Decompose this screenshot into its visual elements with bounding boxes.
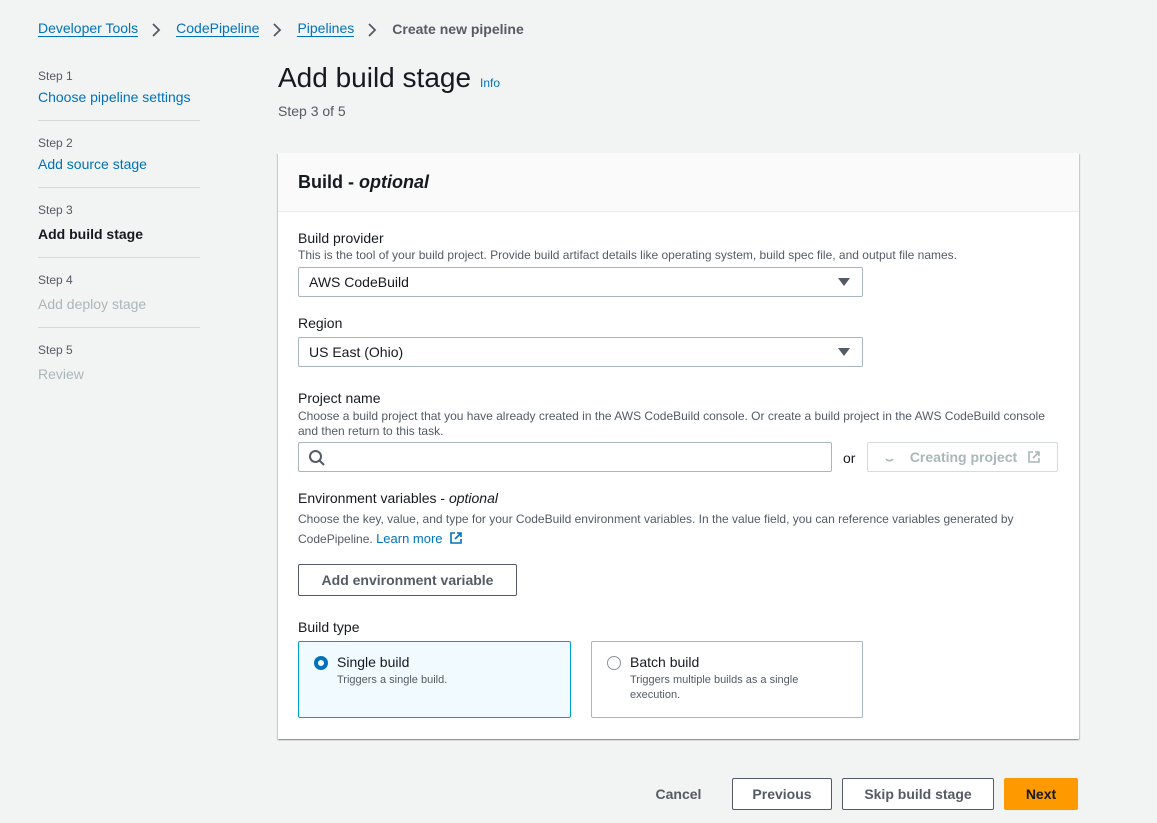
step-3: Step 3 Add build stage (38, 200, 200, 258)
step-number: Step 1 (38, 69, 73, 83)
radio-batch-build[interactable]: Batch build Triggers multiple builds as … (591, 641, 863, 718)
search-icon (309, 450, 325, 466)
info-link[interactable]: Info (480, 76, 500, 90)
step-indicator: Step 3 of 5 (278, 103, 346, 119)
or-label: or (843, 450, 856, 466)
chevron-right-icon (272, 22, 282, 37)
step-number: Step 3 (38, 203, 73, 217)
breadcrumb-pipelines[interactable]: Pipelines (297, 20, 355, 37)
build-provider-description: This is the tool of your build project. … (298, 248, 958, 262)
page-title-row: Add build stage Info (278, 62, 500, 94)
radio-single-build[interactable]: Single build Triggers a single build. (298, 641, 571, 718)
radio-batch-build-title: Batch build (630, 654, 700, 670)
breadcrumb-developer-tools[interactable]: Developer Tools (38, 20, 139, 37)
build-provider-field: Build provider This is the tool of your … (298, 229, 1058, 263)
learn-more-link[interactable]: Learn more (376, 531, 463, 546)
project-name-field: Project name Choose a build project that… (298, 389, 1058, 439)
env-vars-label-text: Environment variables - (298, 490, 449, 506)
add-environment-variable-button[interactable]: Add environment variable (298, 564, 517, 596)
skip-build-stage-button[interactable]: Skip build stage (842, 778, 994, 810)
caret-down-icon (838, 348, 850, 356)
breadcrumb-current: Create new pipeline (392, 20, 524, 37)
spinner-icon (885, 458, 894, 462)
step-number: Step 5 (38, 343, 73, 357)
region-select[interactable]: US East (Ohio) (298, 337, 863, 367)
build-provider-select[interactable]: AWS CodeBuild (298, 267, 863, 297)
step-number: Step 4 (38, 273, 73, 287)
project-name-description: Choose a build project that you have alr… (298, 409, 1045, 438)
step-current-add-build-stage: Add build stage (38, 226, 143, 242)
build-panel: Build - optional Build provider This is … (278, 153, 1079, 739)
region-field: Region (298, 314, 342, 332)
breadcrumb: Developer Tools CodePipeline Pipelines C… (38, 20, 524, 37)
cancel-button[interactable]: Cancel (641, 778, 716, 810)
project-name-search-input[interactable] (298, 442, 832, 472)
radio-batch-build-desc: Triggers multiple builds as a single exe… (630, 674, 799, 701)
chevron-right-icon (151, 22, 161, 37)
external-link-icon (450, 532, 462, 544)
region-label: Region (298, 315, 343, 331)
build-provider-value: AWS CodeBuild (309, 274, 409, 290)
page-title: Add build stage (278, 62, 472, 93)
radio-button-selected[interactable] (314, 656, 328, 670)
panel-title: Build - optional (298, 172, 1059, 193)
build-type-field: Build type (298, 618, 359, 636)
breadcrumb-codepipeline[interactable]: CodePipeline (176, 20, 260, 37)
step-link-add-source-stage[interactable]: Add source stage (38, 156, 147, 172)
step-2: Step 2 Add source stage (38, 133, 200, 188)
env-vars-description: Choose the key, value, and type for your… (298, 510, 1058, 549)
panel-header: Build - optional (278, 153, 1079, 212)
env-vars-label-optional: optional (448, 490, 498, 506)
env-vars-field: Environment variables - optional Choose … (298, 489, 1058, 549)
radio-single-build-title: Single build (337, 654, 410, 670)
wizard-steps: Step 1 Choose pipeline settings Step 2 A… (38, 66, 200, 409)
region-value: US East (Ohio) (309, 344, 404, 360)
project-name-label: Project name (298, 390, 381, 406)
previous-button[interactable]: Previous (732, 778, 832, 810)
radio-single-build-desc: Triggers a single build. (337, 674, 448, 686)
build-type-label: Build type (298, 619, 360, 635)
external-link-icon (1028, 451, 1040, 463)
env-vars-label: Environment variables - optional (298, 489, 1058, 507)
step-review: Review (38, 366, 84, 382)
panel-title-text: Build - (298, 172, 359, 192)
step-1: Step 1 Choose pipeline settings (38, 66, 200, 121)
learn-more-label: Learn more (376, 531, 443, 546)
step-5: Step 5 Review (38, 340, 200, 397)
chevron-right-icon (367, 22, 377, 37)
build-provider-label: Build provider (298, 230, 384, 246)
caret-down-icon (838, 278, 850, 286)
step-4: Step 4 Add deploy stage (38, 270, 200, 328)
step-add-deploy-stage: Add deploy stage (38, 296, 147, 312)
create-project-button[interactable]: Creating project (867, 442, 1058, 472)
next-button[interactable]: Next (1004, 778, 1078, 810)
panel-title-optional: optional (359, 172, 429, 192)
radio-button[interactable] (607, 656, 621, 670)
step-link-choose-pipeline-settings[interactable]: Choose pipeline settings (38, 89, 191, 105)
step-number: Step 2 (38, 136, 73, 150)
create-project-label: Creating project (909, 449, 1018, 465)
